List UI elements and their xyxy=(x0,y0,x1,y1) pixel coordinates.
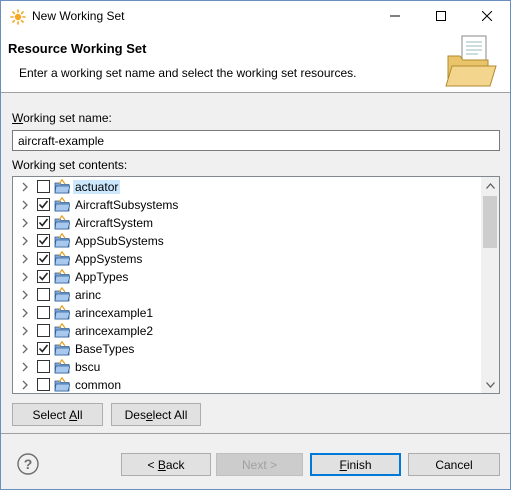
tree-item-label: AppSubSystems xyxy=(75,234,164,248)
project-folder-icon xyxy=(54,196,71,213)
close-icon xyxy=(482,11,492,21)
tree-item-checkbox[interactable] xyxy=(37,234,50,247)
tree-item-label: AppTypes xyxy=(75,270,129,284)
minimize-icon xyxy=(390,15,400,17)
deselect-all-button[interactable]: Des e lect All xyxy=(111,403,201,426)
expand-chevron-icon[interactable] xyxy=(20,361,30,373)
back-button[interactable]: < Back xyxy=(121,453,211,476)
title-bar[interactable]: New Working Set xyxy=(1,1,510,31)
tree-item-label: BaseTypes xyxy=(75,342,135,356)
tree-item-label: bscu xyxy=(75,360,101,374)
cancel-button[interactable]: Cancel xyxy=(408,453,500,476)
project-folder-icon xyxy=(54,358,71,375)
working-set-contents-tree[interactable]: actuator AircraftSubsystems AircraftSystem… xyxy=(12,176,500,394)
finish-button[interactable]: Finish xyxy=(310,453,401,476)
project-folder-icon xyxy=(54,250,71,267)
project-folder-icon xyxy=(54,304,71,321)
maximize-button[interactable] xyxy=(418,1,464,31)
project-folder-icon xyxy=(54,178,71,195)
expand-chevron-icon[interactable] xyxy=(20,235,30,247)
tree-item-checkbox[interactable] xyxy=(37,342,50,355)
tree-item-label: arincexample2 xyxy=(75,324,154,338)
tree-item-label: arincexample1 xyxy=(75,306,154,320)
tree-item-label: AircraftSystem xyxy=(75,216,154,230)
wizard-header: Resource Working Set Enter a working set… xyxy=(1,31,510,93)
tree-item[interactable]: BaseTypes xyxy=(13,340,481,358)
working-set-contents-label: Working set contents: xyxy=(12,158,128,172)
expand-chevron-icon[interactable] xyxy=(20,271,30,283)
tree-item-checkbox[interactable] xyxy=(37,270,50,283)
tree-item-checkbox[interactable] xyxy=(37,288,50,301)
scroll-up-button[interactable] xyxy=(481,177,499,194)
project-folder-icon xyxy=(54,286,71,303)
next-button[interactable]: Next > xyxy=(216,453,303,476)
expand-chevron-icon[interactable] xyxy=(20,217,30,229)
eclipse-sun-icon xyxy=(10,9,26,25)
tree-item-label: actuator xyxy=(73,180,121,194)
project-folder-icon xyxy=(54,232,71,249)
chevron-up-icon xyxy=(485,182,495,189)
tree-item-checkbox[interactable] xyxy=(37,252,50,265)
project-folder-icon xyxy=(54,340,71,357)
project-folder-icon xyxy=(54,268,71,285)
svg-text:?: ? xyxy=(24,456,33,472)
tree-item[interactable]: AircraftSystem xyxy=(13,214,481,232)
tree-item-checkbox[interactable] xyxy=(37,378,50,391)
tree-item[interactable]: common xyxy=(13,376,481,393)
expand-chevron-icon[interactable] xyxy=(20,307,30,319)
expand-chevron-icon[interactable] xyxy=(20,199,30,211)
expand-chevron-icon[interactable] xyxy=(20,379,30,391)
help-icon[interactable]: ? xyxy=(17,453,39,475)
tree-item[interactable]: AppSystems xyxy=(13,250,481,268)
working-set-name-input[interactable] xyxy=(12,130,500,151)
expand-chevron-icon[interactable] xyxy=(20,325,30,337)
footer-separator xyxy=(1,433,510,434)
tree-item-checkbox[interactable] xyxy=(37,180,50,193)
tree-item-label: AppSystems xyxy=(75,252,143,266)
tree-item-label: common xyxy=(75,378,122,392)
expand-chevron-icon[interactable] xyxy=(20,181,30,193)
expand-chevron-icon[interactable] xyxy=(20,343,30,355)
scrollbar-thumb[interactable] xyxy=(483,196,497,248)
tree-item[interactable]: arincexample2 xyxy=(13,322,481,340)
project-folder-icon xyxy=(54,214,71,231)
tree-item-checkbox[interactable] xyxy=(37,360,50,373)
minimize-button[interactable] xyxy=(372,1,418,31)
vertical-scrollbar[interactable] xyxy=(481,177,499,393)
tree-item-checkbox[interactable] xyxy=(37,216,50,229)
tree-item-checkbox[interactable] xyxy=(37,198,50,211)
tree-item-checkbox[interactable] xyxy=(37,324,50,337)
window-title: New Working Set xyxy=(32,9,125,23)
tree-item[interactable]: AppTypes xyxy=(13,268,481,286)
tree-item[interactable]: AircraftSubsystems xyxy=(13,196,481,214)
tree-item[interactable]: bscu xyxy=(13,358,481,376)
tree-item[interactable]: arinc xyxy=(13,286,481,304)
open-folder-banner-icon xyxy=(445,35,497,87)
project-folder-icon xyxy=(54,376,71,393)
tree-item-label: AircraftSubsystems xyxy=(75,198,179,212)
maximize-icon xyxy=(436,11,446,21)
chevron-down-icon xyxy=(485,381,495,388)
select-all-button[interactable]: Select All xyxy=(12,403,103,426)
tree-item-checkbox[interactable] xyxy=(37,306,50,319)
expand-chevron-icon[interactable] xyxy=(20,253,30,265)
working-set-name-label: Working set name: xyxy=(12,111,112,125)
tree-item[interactable]: arincexample1 xyxy=(13,304,481,322)
page-title: Resource Working Set xyxy=(8,41,147,56)
page-description: Enter a working set name and select the … xyxy=(19,66,357,80)
tree-item[interactable]: AppSubSystems xyxy=(13,232,481,250)
scroll-down-button[interactable] xyxy=(481,376,499,393)
close-button[interactable] xyxy=(464,1,510,31)
project-folder-icon xyxy=(54,322,71,339)
expand-chevron-icon[interactable] xyxy=(20,289,30,301)
tree-item[interactable]: actuator xyxy=(13,178,481,196)
tree-item-label: arinc xyxy=(75,288,102,302)
dialog-window: New Working Set Resource Working Set Ent… xyxy=(0,0,511,490)
